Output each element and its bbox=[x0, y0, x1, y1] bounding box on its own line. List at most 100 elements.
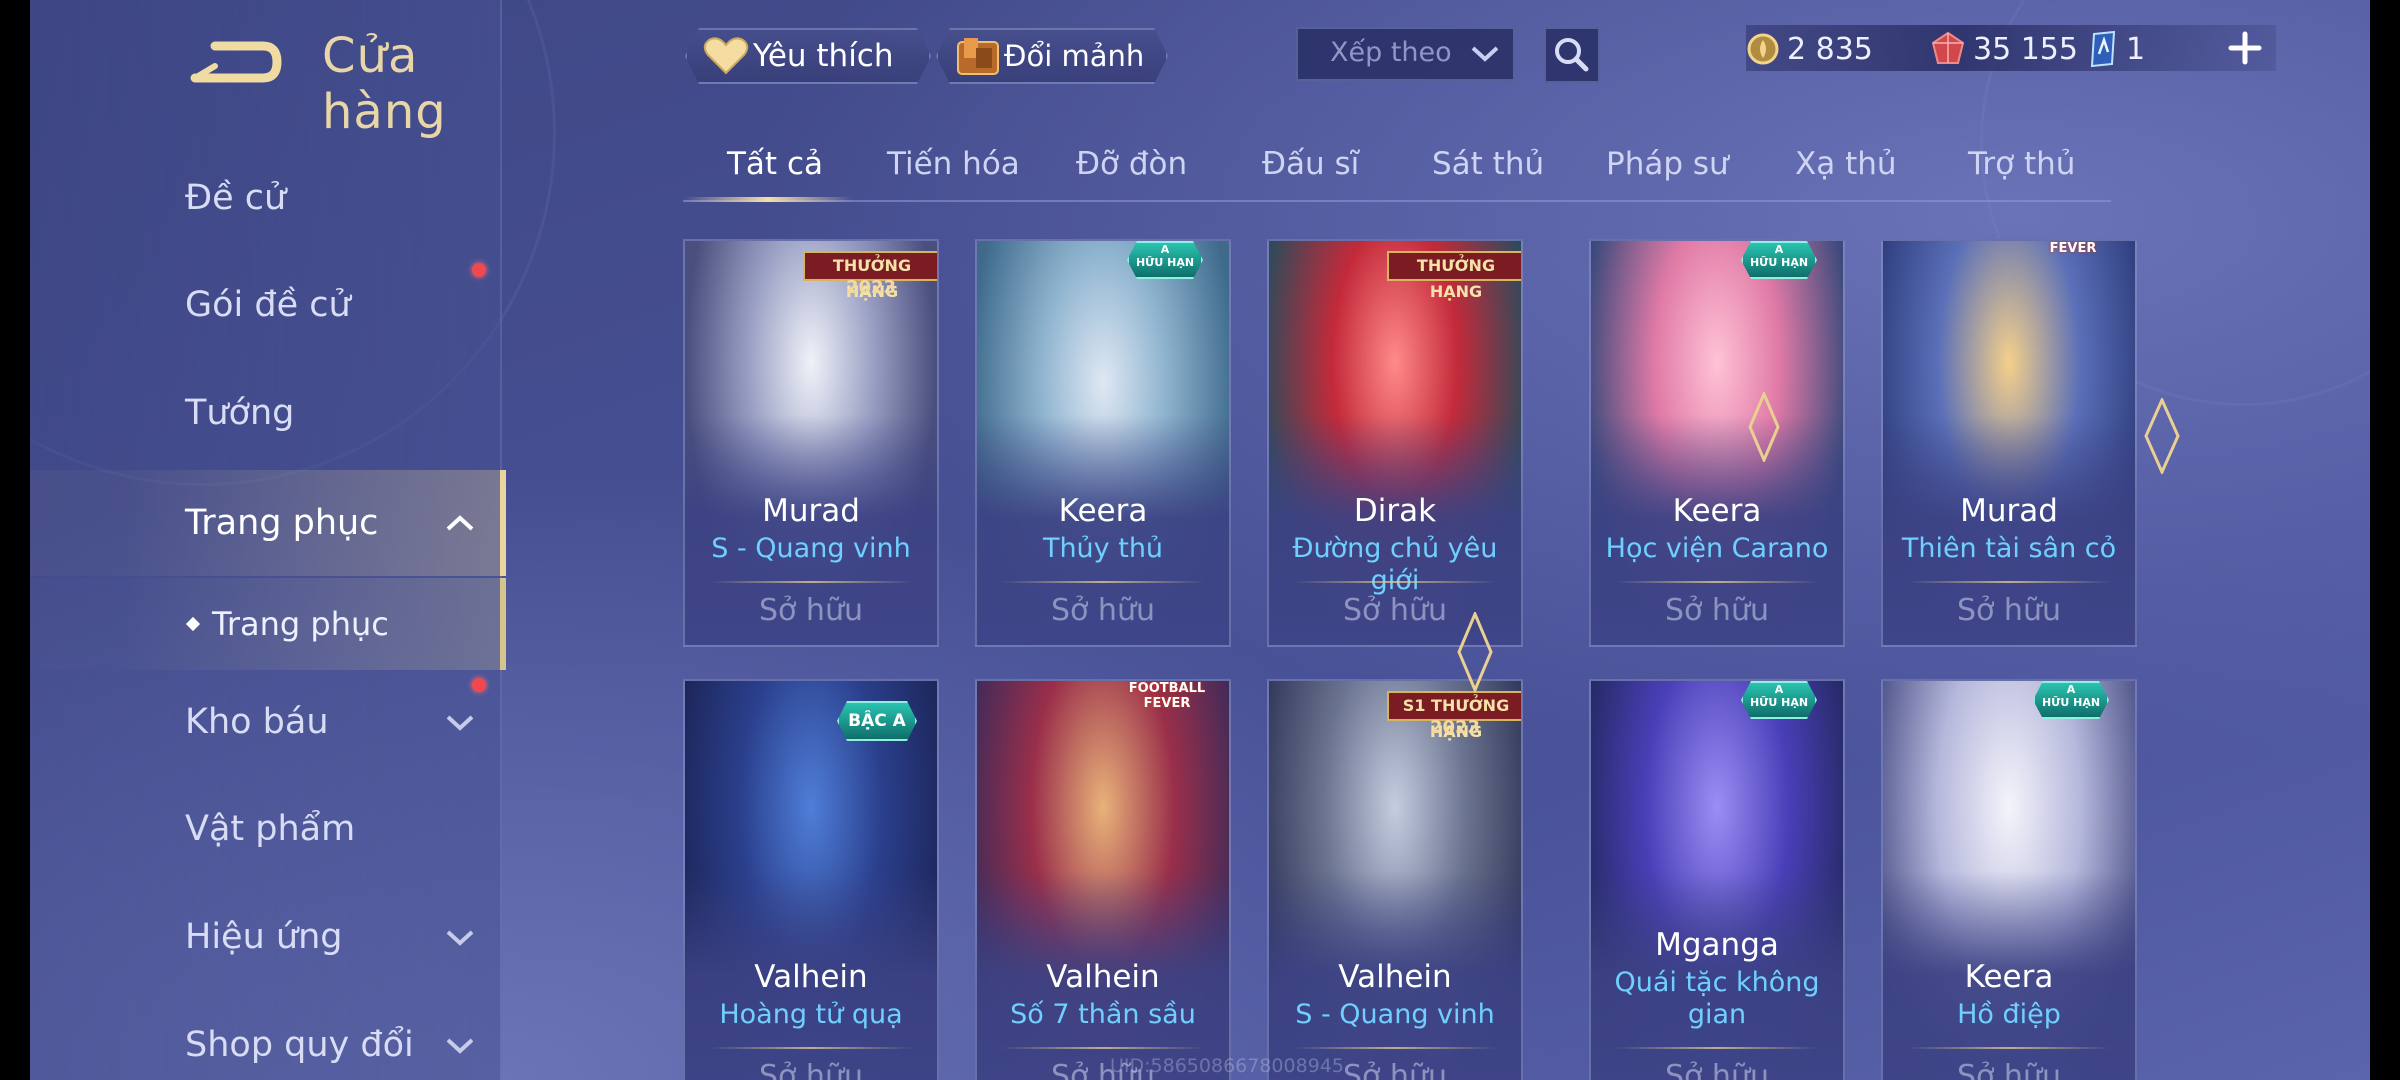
gold-amount: 2 835 bbox=[1787, 32, 1873, 67]
skin-name: Đường chủ yêu giới bbox=[1292, 533, 1498, 596]
skin-name: Quái tặc không gian bbox=[1614, 967, 1820, 1030]
skin-name: Học viện Carano bbox=[1605, 533, 1829, 564]
active-tab-indicator bbox=[683, 197, 853, 202]
skin-card[interactable]: A HỮU HẠN Keera Học viện Carano Sở hữu bbox=[1589, 239, 1845, 647]
sidebar-item-exchange-shop[interactable]: Shop quy đổi bbox=[30, 995, 500, 1080]
diamond-marker-icon bbox=[2144, 398, 2180, 474]
hero-name: Mganga bbox=[1655, 927, 1779, 963]
tab-mage[interactable]: Pháp sư bbox=[1606, 146, 1729, 182]
sidebar: Cửa hàng Đề cử Gói đề cử Tướng Trang phụ… bbox=[30, 0, 506, 1080]
ticket-icon bbox=[2090, 30, 2116, 68]
sidebar-item-effects[interactable]: Hiệu ứng bbox=[30, 887, 500, 987]
hero-name: Keera bbox=[1672, 493, 1762, 529]
bullet-icon bbox=[185, 616, 201, 632]
rank-reward-badge: THƯỞNG HẠNG 2023 bbox=[803, 241, 937, 305]
skin-name: Hồ điệp bbox=[1957, 999, 2061, 1030]
owned-status: Sở hữu bbox=[1665, 593, 1769, 628]
hero-name: Valhein bbox=[1046, 959, 1160, 995]
sort-dropdown[interactable]: Xếp theo bbox=[1296, 27, 1515, 81]
fever-badge: FEVER bbox=[2049, 241, 2097, 256]
rank-reward-badge: THƯỞNG HẠNG bbox=[1387, 241, 1521, 305]
skin-card[interactable]: BẬC A Valhein Hoàng tử quạ Sở hữu bbox=[683, 679, 939, 1080]
owned-status: Sở hữu bbox=[1665, 1059, 1769, 1080]
limited-badge: A HỮU HẠN bbox=[1741, 241, 1817, 279]
search-icon bbox=[1555, 38, 1589, 72]
chevron-down-icon bbox=[446, 930, 474, 946]
sidebar-item-heroes[interactable]: Tướng bbox=[30, 363, 500, 463]
sidebar-item-label: Trang phục bbox=[185, 503, 379, 543]
sidebar-item-items[interactable]: Vật phẩm bbox=[30, 779, 500, 879]
hero-name: Keera bbox=[1964, 959, 2054, 995]
hero-name: Murad bbox=[1960, 493, 2058, 529]
sidebar-subitem-skins[interactable]: Trang phục bbox=[30, 578, 506, 670]
skin-card[interactable]: FOOTBALL FEVER Valhein Số 7 thần sầu Sở … bbox=[975, 679, 1231, 1080]
skin-card[interactable]: FEVER Murad Thiên tài sân cỏ Sở hữu bbox=[1881, 239, 2137, 647]
page-title: Cửa hàng bbox=[322, 28, 447, 140]
chevron-down-icon bbox=[1471, 46, 1499, 62]
sort-label: Xếp theo bbox=[1330, 37, 1452, 68]
fever-badge: FOOTBALL FEVER bbox=[1128, 681, 1206, 711]
sidebar-item-skins[interactable]: Trang phục bbox=[30, 470, 506, 576]
limited-badge: A HỮU HẠN bbox=[1741, 681, 1817, 719]
search-button[interactable] bbox=[1544, 27, 1600, 83]
skin-name: S - Quang vinh bbox=[711, 533, 911, 564]
heart-icon bbox=[703, 36, 749, 76]
tab-tank[interactable]: Đỡ đòn bbox=[1076, 146, 1187, 182]
owned-status: Sở hữu bbox=[759, 593, 863, 628]
tab-marksman[interactable]: Xạ thủ bbox=[1795, 146, 1897, 182]
notification-dot bbox=[472, 263, 486, 277]
game-shop-screen: Cửa hàng Đề cử Gói đề cử Tướng Trang phụ… bbox=[30, 0, 2370, 1080]
user-id-watermark: UID:5865086678008945 bbox=[1110, 1055, 1344, 1077]
skin-card[interactable]: THƯỞNG HẠNG Dirak Đường chủ yêu giới Sở … bbox=[1267, 239, 1523, 647]
chevron-up-icon bbox=[446, 515, 474, 531]
skin-card[interactable]: S1 THƯỞNG HẠNG 2023 Valhein S - Quang vi… bbox=[1267, 679, 1523, 1080]
favorites-label: Yêu thích bbox=[753, 38, 894, 74]
chevron-down-icon bbox=[446, 1038, 474, 1054]
hero-name: Valhein bbox=[1338, 959, 1452, 995]
tab-assassin[interactable]: Sát thủ bbox=[1432, 146, 1544, 182]
sidebar-item-recommended[interactable]: Đề cử bbox=[30, 148, 500, 248]
limited-badge: A HỮU HẠN bbox=[2033, 681, 2109, 719]
owned-status: Sở hữu bbox=[1957, 1059, 2061, 1080]
hero-name: Murad bbox=[762, 493, 860, 529]
skin-name: Thủy thủ bbox=[1042, 533, 1164, 564]
voucher-amount: 35 155 bbox=[1973, 32, 2078, 67]
rank-reward-badge: S1 THƯỞNG HẠNG 2023 bbox=[1387, 681, 1521, 745]
add-currency-button[interactable] bbox=[2227, 30, 2263, 66]
skin-card[interactable]: THƯỞNG HẠNG 2023 Murad S - Quang vinh Sở… bbox=[683, 239, 939, 647]
voucher-gem-icon bbox=[1931, 31, 1965, 64]
owned-status: Sở hữu bbox=[1957, 593, 2061, 628]
skin-name: S - Quang vinh bbox=[1295, 999, 1495, 1030]
gold-coin-icon bbox=[1747, 33, 1779, 65]
ticket-amount: 1 bbox=[2126, 32, 2146, 67]
sidebar-item-label: Shop quy đổi bbox=[185, 1025, 414, 1065]
sidebar-item-label: Gói đề cử bbox=[185, 285, 351, 325]
shard-chest-icon bbox=[954, 34, 1002, 78]
plus-icon bbox=[2228, 31, 2262, 65]
favorites-button[interactable]: Yêu thích bbox=[685, 28, 931, 84]
sidebar-item-label: Vật phẩm bbox=[185, 809, 356, 849]
hero-name: Valhein bbox=[754, 959, 868, 995]
hero-name: Dirak bbox=[1353, 493, 1437, 529]
tab-all[interactable]: Tất cả bbox=[727, 146, 823, 182]
skin-card[interactable]: A HỮU HẠN Keera Hồ điệp Sở hữu bbox=[1881, 679, 2137, 1080]
exchange-label: Đổi mảnh bbox=[1004, 39, 1145, 73]
back-button[interactable] bbox=[185, 30, 285, 90]
owned-status: Sở hữu bbox=[1051, 593, 1155, 628]
tier-badge: BẬC A bbox=[837, 701, 917, 741]
diamond-marker-icon bbox=[1748, 392, 1780, 462]
skin-card[interactable]: A HỮU HẠN Keera Thủy thủ Sở hữu bbox=[975, 239, 1231, 647]
skin-card[interactable]: A HỮU HẠN Mganga Quái tặc không gian Sở h… bbox=[1589, 679, 1845, 1080]
tab-fighter[interactable]: Đấu sĩ bbox=[1262, 146, 1359, 182]
sidebar-item-label: Kho báu bbox=[185, 702, 329, 742]
sidebar-item-recommended-packs[interactable]: Gói đề cử bbox=[30, 255, 500, 355]
sidebar-item-treasure[interactable]: Kho báu bbox=[30, 672, 500, 772]
limited-badge: A HỮU HẠN bbox=[1127, 241, 1203, 279]
sidebar-item-label: Đề cử bbox=[185, 178, 287, 218]
exchange-shards-button[interactable]: Đổi mảnh bbox=[936, 28, 1168, 84]
sidebar-item-label: Tướng bbox=[185, 393, 295, 433]
tab-support[interactable]: Trợ thủ bbox=[1968, 146, 2075, 182]
hero-name: Keera bbox=[1058, 493, 1148, 529]
back-arrow-icon bbox=[190, 41, 282, 83]
tab-evolution[interactable]: Tiến hóa bbox=[887, 146, 1020, 182]
